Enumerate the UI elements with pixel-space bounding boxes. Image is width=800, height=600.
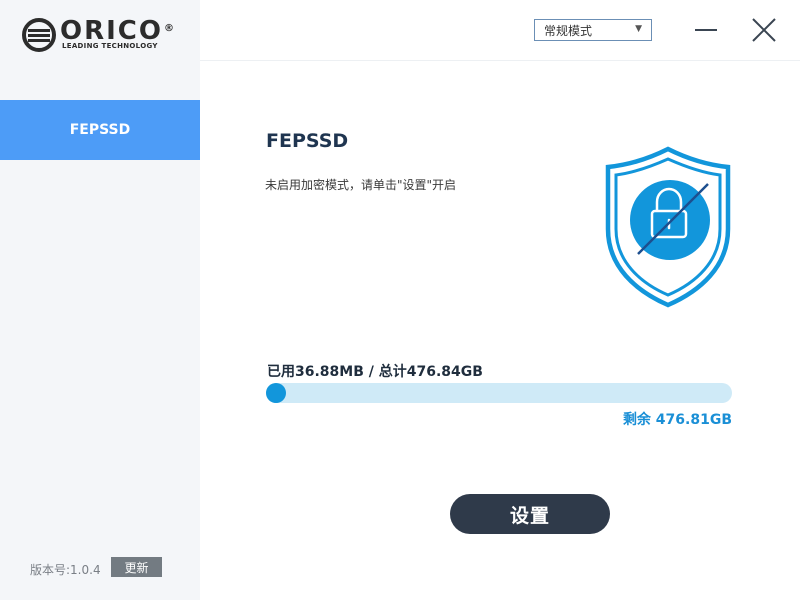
encryption-status-text: 未启用加密模式，请单击"设置"开启: [265, 178, 457, 192]
sidebar-item-fepssd[interactable]: FEPSSD: [0, 100, 200, 160]
device-title: FEPSSD: [266, 130, 349, 152]
brand-tagline: LEADING TECHNOLOGY: [62, 42, 158, 50]
settings-button[interactable]: 设置: [450, 494, 610, 534]
version-label: 版本号:1.0.4: [30, 563, 101, 577]
minimize-icon[interactable]: [694, 18, 718, 42]
storage-usage-text: 已用36.88MB / 总计476.84GB: [267, 364, 483, 380]
chevron-down-icon: ▼: [635, 24, 642, 34]
storage-progress-fill: [266, 383, 286, 403]
storage-progress-bar: [266, 383, 732, 403]
storage-remaining-text: 剩余 476.81GB: [622, 412, 732, 428]
header-divider: [200, 60, 800, 61]
update-button[interactable]: 更新: [111, 557, 162, 577]
sidebar: ORICO® LEADING TECHNOLOGY FEPSSD 版本号:1.0…: [0, 0, 200, 600]
orico-logo: ORICO® LEADING TECHNOLOGY: [20, 14, 180, 54]
shield-lock-icon: [605, 146, 731, 308]
registered-mark: ®: [163, 23, 174, 34]
sidebar-item-label: FEPSSD: [69, 122, 131, 138]
close-icon[interactable]: [750, 16, 778, 44]
orico-mark-icon: [22, 18, 56, 52]
mode-select[interactable]: 常规模式 ▼: [534, 19, 652, 41]
mode-select-value: 常规模式: [544, 23, 593, 38]
